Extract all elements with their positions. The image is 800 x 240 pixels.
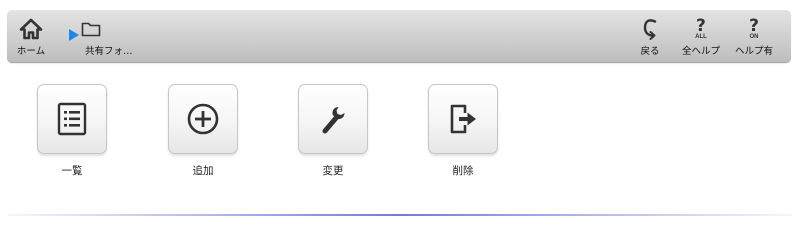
back-icon [636,16,664,42]
add-button[interactable] [168,84,238,154]
change-action[interactable]: 変更 [298,84,370,180]
delete-label: 削除 [452,165,474,177]
help-on-label: ヘルプ有 [734,46,773,57]
list-action[interactable]: 一覧 [37,84,109,180]
help-on-icon: ? ON [729,16,779,42]
folder-label: 共有フォ… [85,46,133,57]
exit-arrow-icon [450,104,476,134]
add-circle-icon [187,103,219,135]
delete-button[interactable] [428,84,498,154]
home-icon [9,16,53,42]
add-label: 追加 [192,165,214,177]
list-button[interactable] [37,84,107,154]
list-label: 一覧 [61,165,83,177]
wrench-icon [322,107,345,134]
list-icon [57,102,87,136]
delete-action[interactable]: 削除 [428,84,500,180]
breadcrumb-folder[interactable]: 共有フォ… [79,10,149,62]
help-on-glyph: ? [749,16,759,36]
top-toolbar: ホーム 共有フォ… 戻る ? ALL 全ヘルプ ? ON ヘルプ有 [7,10,791,63]
bottom-divider [8,214,792,216]
add-action[interactable]: 追加 [168,84,240,180]
help-all-icon: ? ALL [675,16,727,42]
back-button[interactable]: 戻る [636,10,664,62]
help-all-button[interactable]: ? ALL 全ヘルプ [675,10,727,62]
back-label: 戻る [640,46,660,57]
home-label: ホーム [16,46,46,57]
help-on-button[interactable]: ? ON ヘルプ有 [729,10,779,62]
change-label: 変更 [322,165,344,177]
home-button[interactable]: ホーム [9,10,53,62]
help-all-sub: ALL [695,34,707,40]
folder-icon [79,16,151,42]
help-on-sub: ON [749,34,759,40]
help-all-label: 全ヘルプ [681,46,720,57]
change-button[interactable] [298,84,368,154]
help-all-glyph: ? [696,16,706,36]
